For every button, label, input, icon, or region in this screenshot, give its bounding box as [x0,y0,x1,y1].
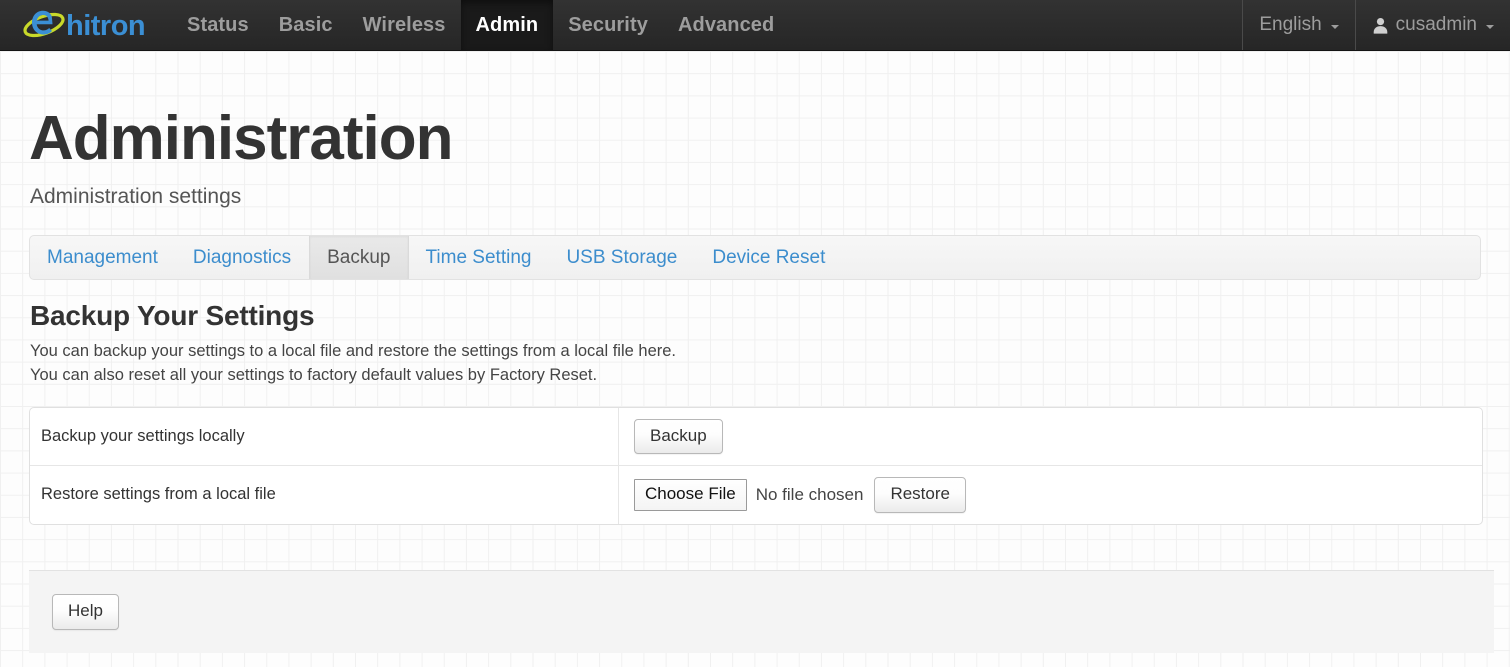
backup-row-label: Backup your settings locally [30,407,619,465]
language-label: English [1259,14,1322,35]
page-subtitle: Administration settings [30,185,242,209]
navbar-right: English cusadmin [1242,0,1510,50]
backup-settings-table: Backup your settings locally Backup Rest… [29,406,1483,525]
page-title: Administration [29,104,453,173]
section-description-line-1: You can backup your settings to a local … [30,342,677,361]
user-menu[interactable]: cusadmin [1356,0,1510,50]
user-name-label: cusadmin [1395,14,1477,35]
restore-button[interactable]: Restore [874,477,966,513]
section-description-line-2: You can also reset all your settings to … [30,366,598,385]
language-selector[interactable]: English [1243,0,1354,50]
nav-item-basic[interactable]: Basic [264,0,348,50]
primary-nav: Status Basic Wireless Admin Security Adv… [172,0,789,50]
backup-button[interactable]: Backup [634,418,723,455]
backup-row-controls: Backup [619,408,1482,465]
tab-usb-storage[interactable]: USB Storage [549,236,695,279]
restore-row-label: Restore settings from a local file [30,465,619,524]
chevron-down-icon [1330,25,1339,29]
nav-item-admin[interactable]: Admin [460,0,554,50]
top-navbar: hitron Status Basic Wireless Admin Secur… [0,0,1510,51]
hitron-logo-icon: hitron [23,10,146,42]
file-input[interactable]: Choose File No file chosen [634,479,863,511]
nav-item-status[interactable]: Status [172,0,264,50]
table-row: Backup your settings locally Backup [30,407,1482,466]
tab-time-setting[interactable]: Time Setting [409,236,550,279]
nav-item-wireless[interactable]: Wireless [348,0,461,50]
svg-text:hitron: hitron [66,10,145,42]
tab-backup[interactable]: Backup [309,236,409,280]
file-status-label: No file chosen [755,484,864,504]
hitron-logo[interactable]: hitron [0,0,166,50]
tab-device-reset[interactable]: Device Reset [695,236,843,279]
restore-row-controls: Choose File No file chosen Restore [619,466,1482,524]
section-title: Backup Your Settings [30,300,315,332]
footer-panel: Help [29,569,1494,653]
table-row: Restore settings from a local file Choos… [30,465,1482,524]
help-button[interactable]: Help [52,594,119,630]
tab-diagnostics[interactable]: Diagnostics [176,236,309,279]
page-container: Administration Administration settings M… [0,51,1510,653]
nav-item-advanced[interactable]: Advanced [663,0,789,50]
tab-management[interactable]: Management [30,236,176,279]
user-icon [1372,17,1389,34]
section-description: You can backup your settings to a local … [30,340,1481,388]
choose-file-button[interactable]: Choose File [634,479,747,511]
admin-tabstrip: Management Diagnostics Backup Time Setti… [29,235,1481,281]
nav-item-security[interactable]: Security [553,0,663,50]
chevron-down-icon [1486,25,1494,29]
